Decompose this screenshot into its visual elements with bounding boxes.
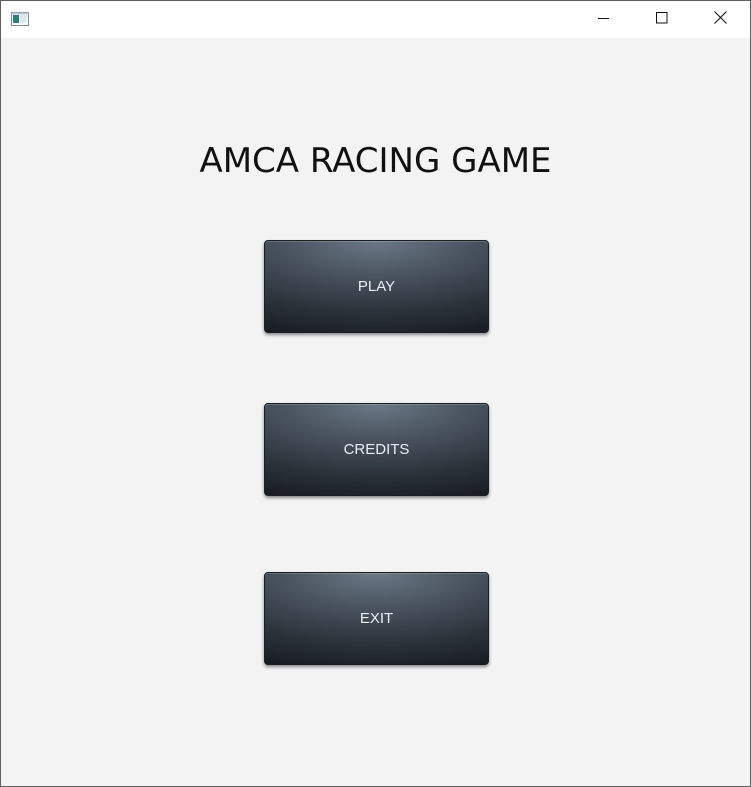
title-bar[interactable] xyxy=(1,1,750,38)
maximize-button[interactable] xyxy=(633,1,691,38)
exit-button-label: EXIT xyxy=(359,610,394,627)
exit-button[interactable]: EXIT xyxy=(264,572,489,665)
app-window: AMCA RACING GAME PLAY CREDITS EXIT xyxy=(0,0,751,787)
close-button[interactable] xyxy=(691,1,749,38)
credits-button-label: CREDITS xyxy=(343,441,410,458)
play-button-label: PLAY xyxy=(357,278,396,295)
app-window-icon xyxy=(11,12,29,26)
main-menu: AMCA RACING GAME PLAY CREDITS EXIT xyxy=(1,38,750,786)
game-title: AMCA RACING GAME xyxy=(199,141,552,181)
play-button[interactable]: PLAY xyxy=(264,240,489,333)
credits-button[interactable]: CREDITS xyxy=(264,403,489,496)
maximize-icon xyxy=(656,11,668,29)
close-icon xyxy=(713,10,727,29)
minimize-icon xyxy=(598,11,610,29)
minimize-button[interactable] xyxy=(575,1,633,38)
